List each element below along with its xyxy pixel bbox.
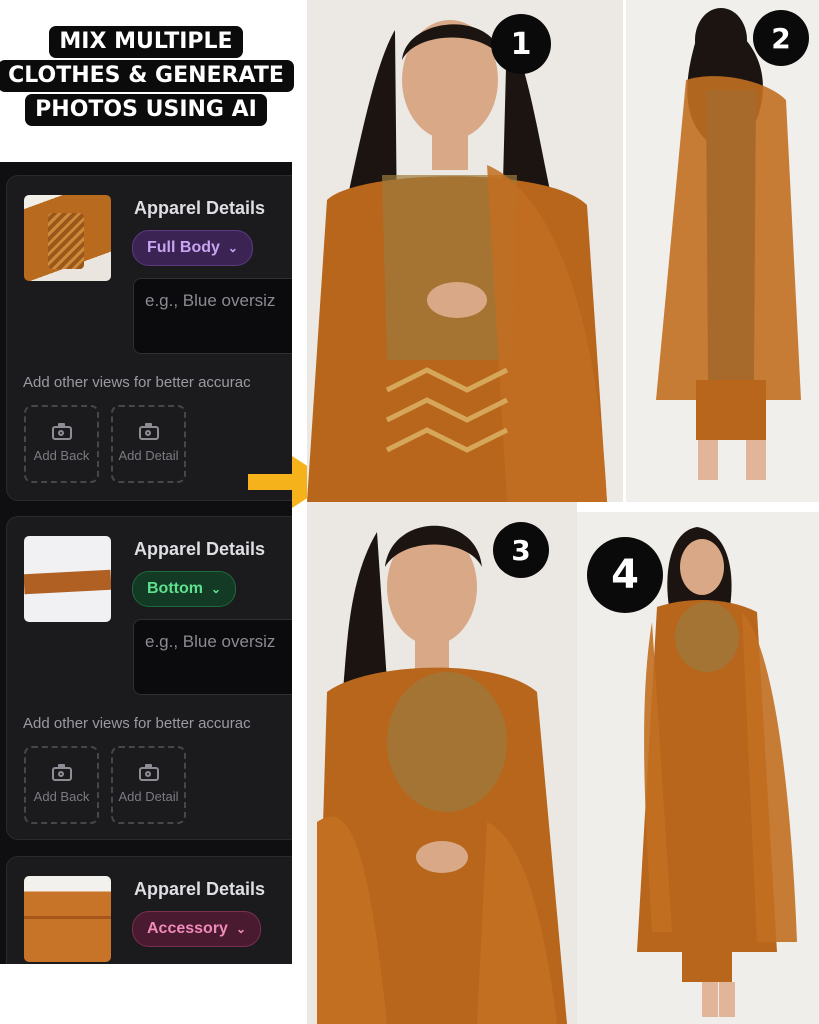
model-illustration — [317, 525, 567, 1024]
add-detail-button[interactable]: Add Detail — [111, 746, 186, 824]
category-dropdown[interactable]: Bottom ⌄ — [132, 571, 237, 607]
apparel-details-title: Apparel Details — [134, 198, 266, 218]
headline-line-2: CLOTHES & GENERATE — [0, 60, 294, 92]
add-views-hint: Add other views for better accurac — [23, 374, 251, 391]
description-input[interactable]: e.g., Blue oversiz — [133, 619, 292, 695]
generated-photo-3[interactable] — [307, 502, 577, 1024]
chevron-down-icon: ⌄ — [235, 922, 247, 936]
apparel-details-title: Apparel Details — [134, 879, 266, 899]
add-detail-button[interactable]: Add Detail — [111, 405, 186, 483]
apparel-thumbnail-full-body[interactable] — [24, 195, 111, 281]
camera-icon — [51, 422, 72, 440]
result-badge: 1 — [491, 14, 551, 74]
apparel-thumbnail-accessory[interactable] — [24, 876, 111, 962]
add-back-label: Add Back — [33, 447, 90, 463]
category-dropdown[interactable]: Accessory ⌄ — [132, 911, 262, 947]
generated-photo-1[interactable] — [307, 0, 623, 502]
headline-line-3: PHOTOS USING AI — [25, 94, 267, 126]
headline-line-1: MIX MULTIPLE — [49, 26, 243, 58]
add-back-label: Add Back — [33, 788, 90, 804]
add-views-hint: Add other views for better accurac — [23, 715, 251, 732]
result-badge: 2 — [753, 10, 809, 66]
chevron-down-icon: ⌄ — [210, 582, 222, 596]
apparel-card: Apparel Details Accessory ⌄ — [6, 856, 292, 964]
add-detail-label: Add Detail — [118, 788, 179, 804]
apparel-panel: Apparel Details Full Body ⌄ e.g., Blue o… — [0, 162, 292, 964]
headline: MIX MULTIPLE CLOTHES & GENERATE PHOTOS U… — [0, 26, 294, 126]
camera-icon — [51, 763, 72, 781]
category-label: Accessory — [147, 920, 228, 937]
apparel-thumbnail-bottom[interactable] — [24, 536, 111, 622]
add-back-button[interactable]: Add Back — [24, 405, 99, 483]
add-back-button[interactable]: Add Back — [24, 746, 99, 824]
model-illustration — [656, 8, 801, 480]
model-illustration — [307, 20, 607, 502]
category-label: Full Body — [147, 239, 220, 256]
category-label: Bottom — [147, 580, 203, 597]
result-badge: 4 — [587, 537, 663, 613]
camera-icon — [138, 422, 159, 440]
chevron-down-icon: ⌄ — [227, 241, 238, 255]
generated-photo-2[interactable] — [626, 0, 819, 502]
add-detail-label: Add Detail — [118, 447, 179, 463]
apparel-details-title: Apparel Details — [134, 539, 266, 559]
category-dropdown[interactable]: Full Body ⌄ — [132, 230, 253, 266]
camera-icon — [138, 763, 159, 781]
apparel-card: Apparel Details Bottom ⌄ e.g., Blue over… — [6, 516, 292, 840]
description-input[interactable]: e.g., Blue oversiz — [133, 278, 292, 354]
result-badge: 3 — [493, 522, 549, 578]
